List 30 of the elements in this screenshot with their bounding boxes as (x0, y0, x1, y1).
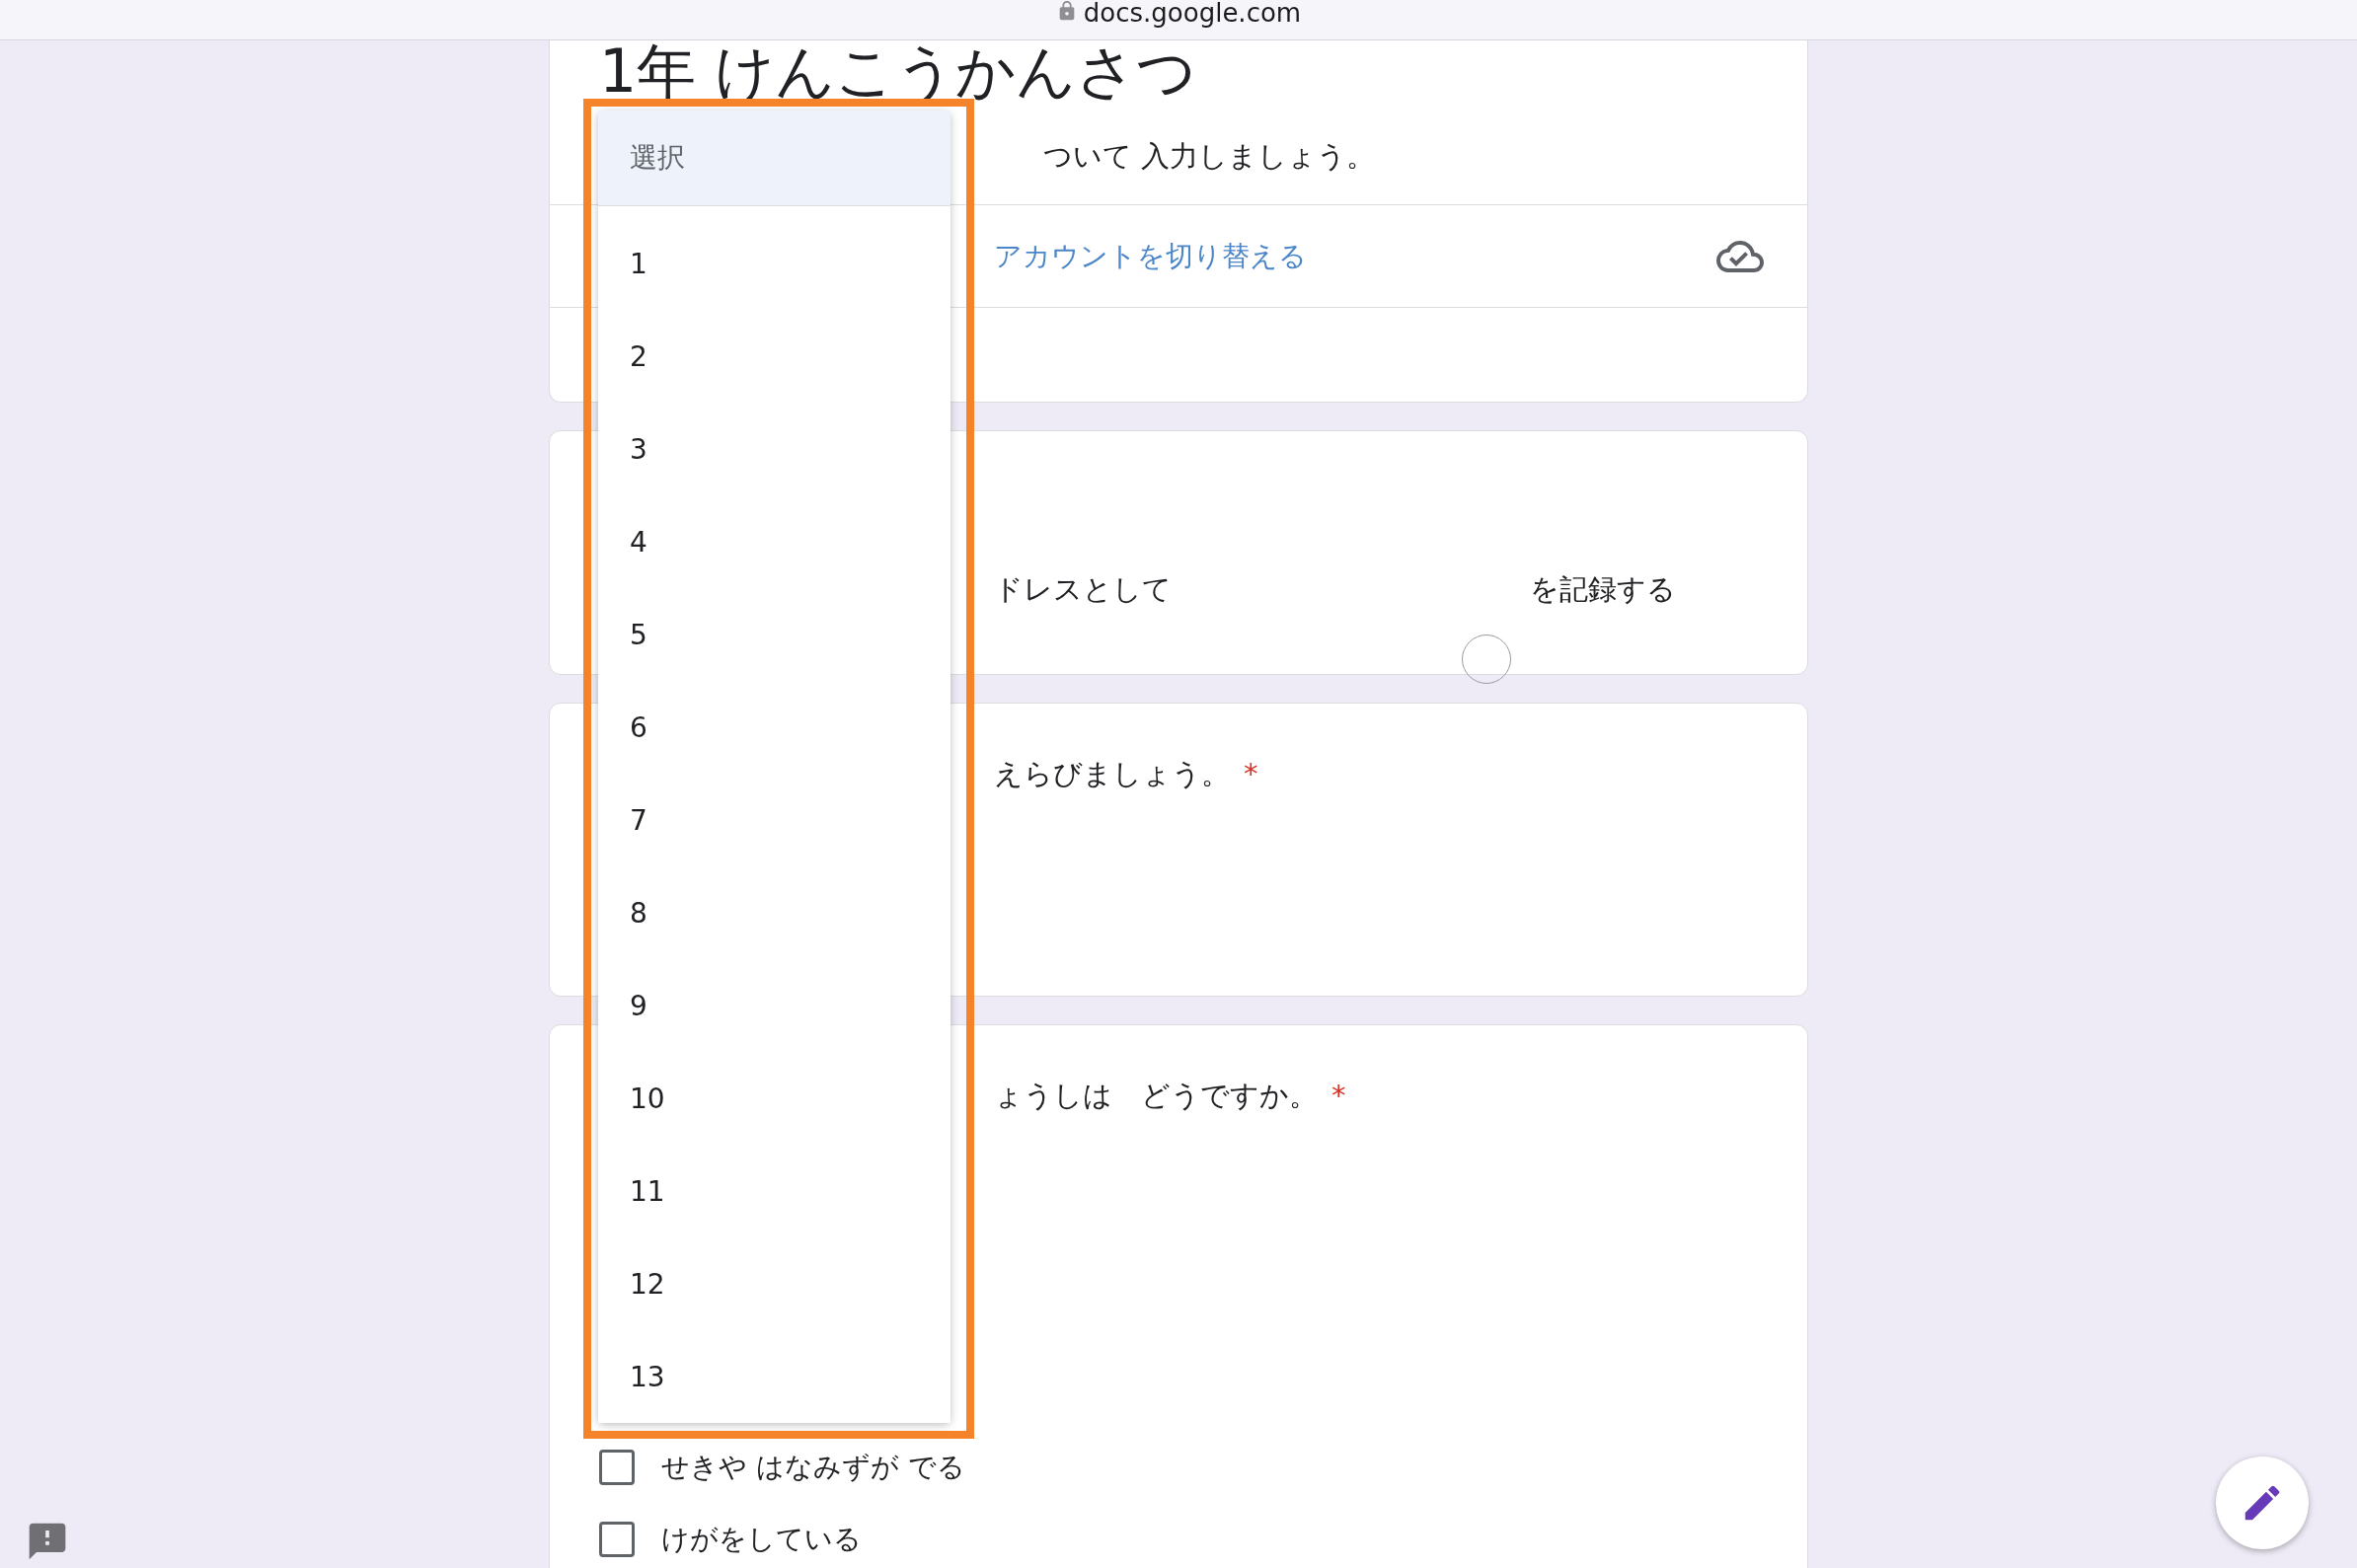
dropdown-option[interactable]: 7 (598, 774, 950, 866)
form-description: ついて 入力しましょう。 (1043, 139, 1376, 173)
dropdown-option[interactable]: 選択 (598, 111, 950, 206)
address-bar[interactable]: docs.google.com (0, 0, 2357, 40)
dropdown-option[interactable]: 8 (598, 866, 950, 959)
url-text: docs.google.com (1083, 0, 1302, 26)
dropdown-option[interactable]: 11 (598, 1145, 950, 1237)
question-text: を記録する (1530, 572, 1676, 606)
question-text: えらびましょう。 (994, 757, 1230, 790)
dropdown-option[interactable]: 12 (598, 1237, 950, 1330)
question-text: ドレスとして (994, 572, 1172, 606)
checkbox[interactable] (599, 1522, 635, 1557)
dropdown-option[interactable]: 2 (598, 310, 950, 403)
checkbox[interactable] (599, 1450, 635, 1485)
option-label: せきや はなみずが でる (661, 1450, 965, 1485)
dropdown-option[interactable]: 4 (598, 495, 950, 588)
switch-account-link[interactable]: アカウントを切り替える (994, 237, 1307, 275)
circle-icon (1462, 635, 1511, 684)
dropdown-option[interactable]: 3 (598, 403, 950, 495)
dropdown-option[interactable]: 5 (598, 588, 950, 681)
option-label: けがをしている (661, 1522, 862, 1557)
dropdown-option[interactable]: 10 (598, 1052, 950, 1145)
dropdown-option[interactable]: 6 (598, 681, 950, 774)
required-asterisk: * (1331, 1079, 1346, 1112)
edit-button[interactable] (2216, 1456, 2309, 1549)
question-text: ょうしは どうですか。 (994, 1079, 1318, 1112)
dropdown-option[interactable]: 9 (598, 959, 950, 1052)
required-asterisk: * (1244, 757, 1258, 790)
dropdown-option[interactable]: 13 (598, 1330, 950, 1423)
dropdown-option[interactable]: 1 (598, 217, 950, 310)
